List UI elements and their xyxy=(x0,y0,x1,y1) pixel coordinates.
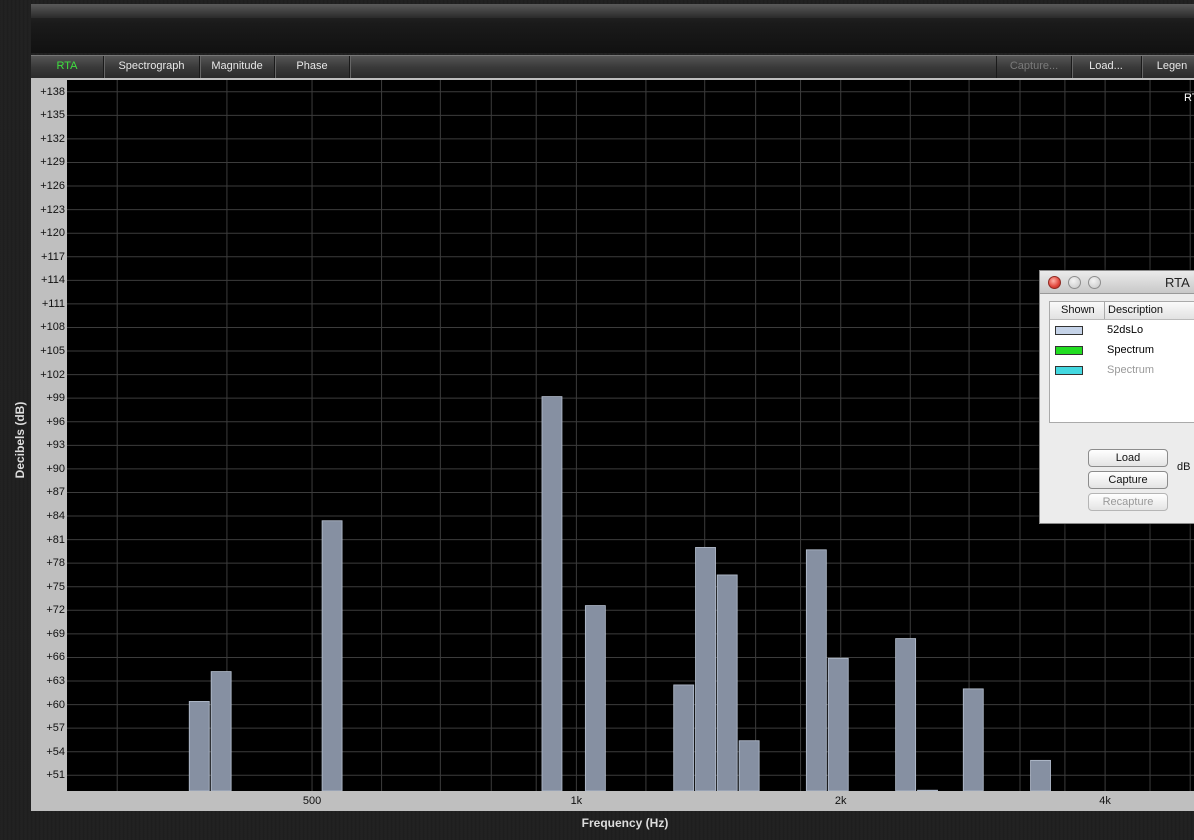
rta-bar xyxy=(584,605,606,791)
zoom-window-icon[interactable] xyxy=(1088,276,1101,289)
legend-button[interactable]: Legen xyxy=(1142,56,1194,78)
y-tick-label: +75 xyxy=(46,580,65,593)
top-strip xyxy=(31,4,1194,18)
y-tick-label: +93 xyxy=(46,439,65,452)
y-tick-label: +63 xyxy=(46,675,65,687)
y-tick-label: +126 xyxy=(40,180,65,193)
y-tick-label: +54 xyxy=(46,745,65,758)
legend-row[interactable]: Spectrum xyxy=(1050,362,1194,380)
rta-bar xyxy=(827,657,849,791)
y-tick-label: +102 xyxy=(40,368,65,381)
rta-bar xyxy=(541,396,563,791)
legend-capture-button[interactable]: Capture xyxy=(1088,471,1168,489)
y-tick-label: +135 xyxy=(40,109,65,122)
capture-button[interactable]: Capture... xyxy=(996,56,1072,78)
rta-bar xyxy=(716,574,738,791)
rta-bar xyxy=(210,671,232,791)
y-tick-label: +114 xyxy=(41,274,65,287)
y-tick-label: +132 xyxy=(40,132,65,145)
rta-bar xyxy=(695,547,716,791)
x-tick-label: 4k xyxy=(1099,795,1111,807)
rta-bar xyxy=(673,684,695,791)
rta-bar xyxy=(188,701,210,791)
view-tabbar: RTA Spectrograph Magnitude Phase Capture… xyxy=(31,55,1194,79)
legend-swatch[interactable] xyxy=(1055,326,1083,335)
rta-bar xyxy=(805,549,827,791)
close-window-icon[interactable] xyxy=(1048,276,1061,289)
y-tick-label: +108 xyxy=(40,321,65,334)
rta-bar xyxy=(895,638,917,791)
legend-recapture-button[interactable]: Recapture xyxy=(1088,493,1168,511)
legend-swatch[interactable] xyxy=(1055,346,1083,355)
column-divider xyxy=(1104,302,1105,319)
y-tick-label: +123 xyxy=(40,203,65,216)
rta-bar xyxy=(962,688,984,791)
db-label: dB xyxy=(1177,461,1191,473)
legend-row[interactable]: Spectrum xyxy=(1050,342,1194,360)
y-axis-label: Decibels (dB) xyxy=(13,401,27,479)
y-tick-label: +57 xyxy=(46,722,65,735)
legend-description: Spectrum xyxy=(1107,344,1155,356)
x-tick-label: 1k xyxy=(570,795,583,807)
legend-table-header: Shown Description xyxy=(1050,302,1194,320)
legend-description: Spectrum xyxy=(1107,364,1155,376)
legend-row[interactable]: 52dsLo xyxy=(1050,322,1194,340)
y-tick-label: +60 xyxy=(46,698,65,711)
legend-titlebar[interactable]: RTA xyxy=(1040,271,1194,294)
x-axis-label: Frequency (Hz) xyxy=(581,816,669,830)
rta-bar xyxy=(321,520,343,791)
y-tick-label: +111 xyxy=(41,297,65,310)
tab-spectrograph[interactable]: Spectrograph xyxy=(104,56,200,78)
y-tick-label: +84 xyxy=(46,510,65,523)
y-tick-label: +99 xyxy=(46,392,65,405)
y-tick-label: +72 xyxy=(46,604,65,617)
column-shown[interactable]: Shown xyxy=(1061,304,1095,316)
y-tick-label: +138 xyxy=(40,85,65,98)
y-tick-label: +129 xyxy=(40,156,65,169)
tab-phase[interactable]: Phase xyxy=(275,56,350,78)
y-tick-label: +117 xyxy=(41,250,65,263)
tab-magnitude[interactable]: Magnitude xyxy=(200,56,275,78)
legend-swatch[interactable] xyxy=(1055,366,1083,375)
rta-bar xyxy=(738,740,760,791)
plot-area xyxy=(67,80,1194,791)
load-button[interactable]: Load... xyxy=(1071,56,1142,78)
y-tick-label: +51 xyxy=(46,769,65,782)
y-tick-label: +105 xyxy=(40,345,65,358)
tab-rta[interactable]: RTA xyxy=(31,56,104,78)
y-tick-label: +96 xyxy=(46,415,65,428)
y-tick-label: +78 xyxy=(46,557,65,570)
x-tick-label: 2k xyxy=(834,795,847,807)
y-tick-label: +69 xyxy=(46,627,65,640)
legend-table: Shown Description 52dsLo Spectrum Spectr… xyxy=(1049,301,1194,423)
rta-chart xyxy=(67,80,1194,791)
rta-bar xyxy=(1030,759,1051,791)
minimize-window-icon[interactable] xyxy=(1068,276,1081,289)
y-tick-label: +81 xyxy=(46,533,65,546)
rta-bar xyxy=(917,789,938,791)
legend-window-title: RTA xyxy=(1165,275,1190,290)
x-tick-label: 500 xyxy=(302,795,322,807)
y-tick-label: +87 xyxy=(46,486,65,499)
y-tick-label: +90 xyxy=(46,462,65,475)
legend-load-button[interactable]: Load xyxy=(1088,449,1168,467)
column-description[interactable]: Description xyxy=(1108,304,1163,316)
y-tick-label: +120 xyxy=(40,227,65,240)
y-tick-label: +66 xyxy=(46,651,65,664)
legend-window: RTA Shown Description 52dsLo Spectrum Sp… xyxy=(1039,270,1194,524)
legend-description: 52dsLo xyxy=(1107,324,1144,336)
plot-corner-label: RT xyxy=(1184,92,1194,104)
